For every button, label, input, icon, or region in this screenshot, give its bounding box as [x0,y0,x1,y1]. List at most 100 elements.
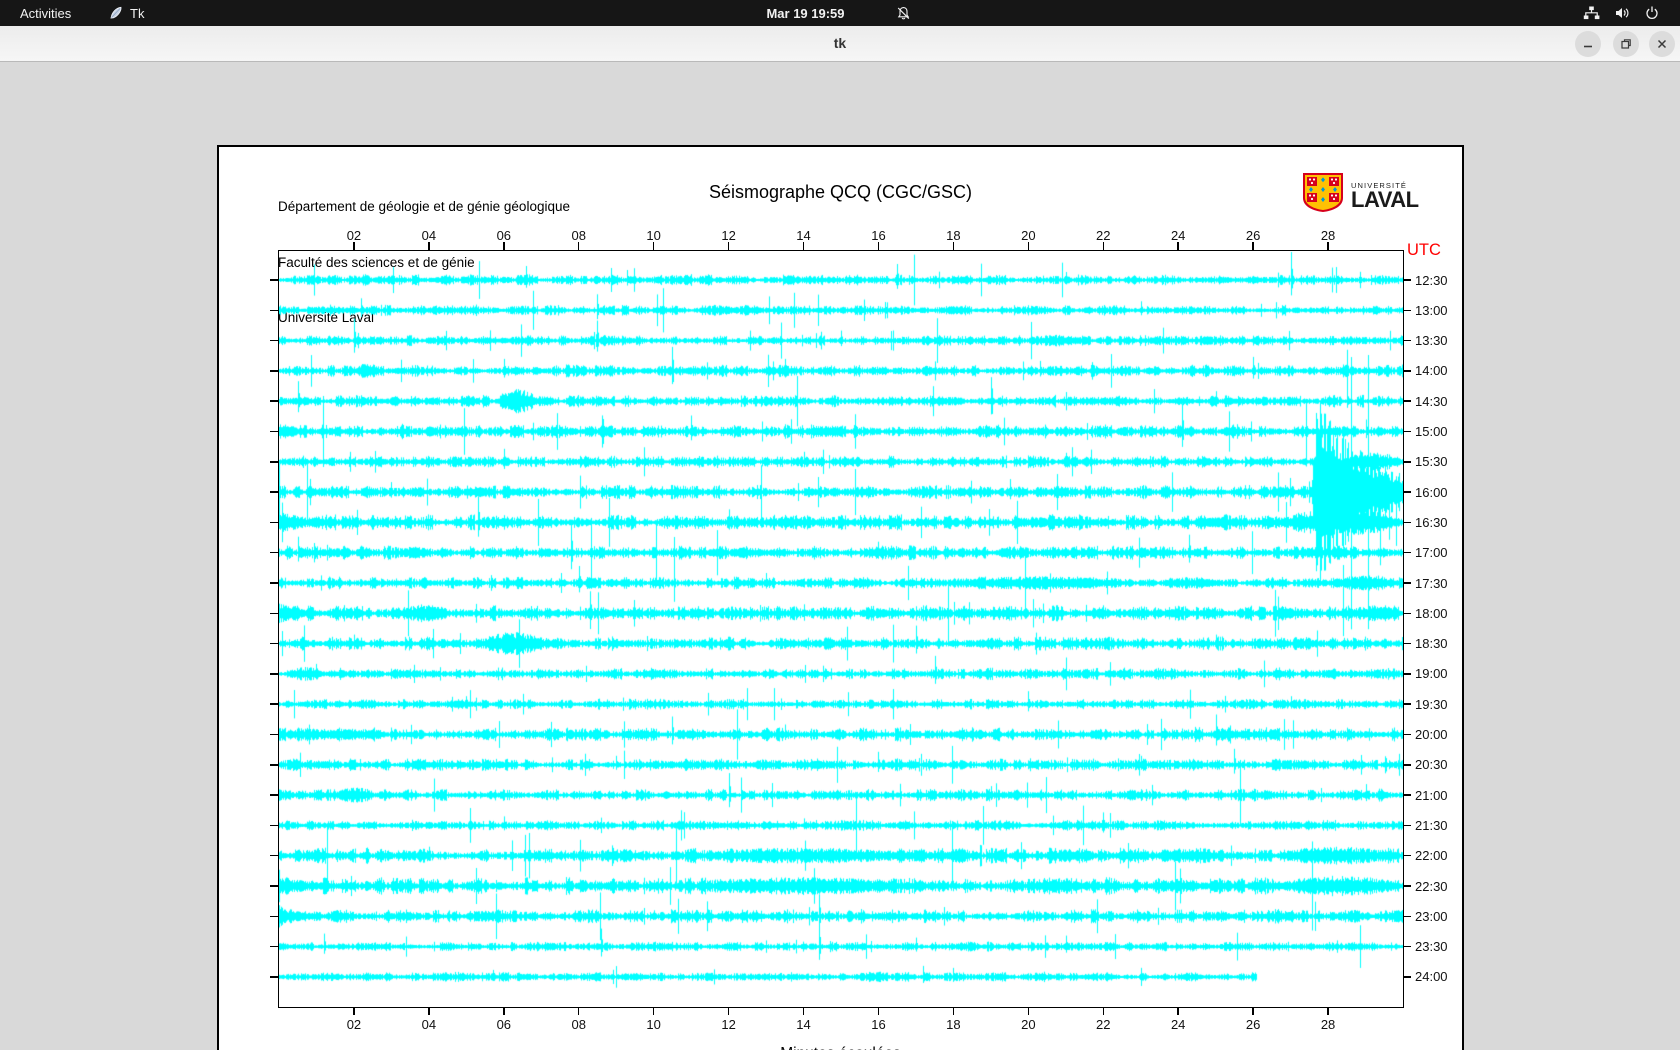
volume-icon [1614,5,1630,21]
x-tick-mark-top [353,242,355,251]
utc-tick-label: 20:30 [1415,757,1448,772]
helicorder-plot: UTC 020204040606080810101212141416161818… [219,147,1464,1050]
left-tick-mark [270,673,279,675]
x-tick-label-bottom: 02 [339,1017,369,1032]
left-tick-mark [270,522,279,524]
clock-label: Mar 19 19:59 [766,6,844,21]
utc-tick-label: 19:30 [1415,697,1448,712]
maximize-button[interactable] [1613,31,1639,57]
utc-tick-mark [1403,885,1411,887]
utc-tick-label: 20:00 [1415,727,1448,742]
utc-tick-label: 22:30 [1415,879,1448,894]
x-tick-label-top: 20 [1013,228,1043,243]
x-tick-label-top: 04 [414,228,444,243]
utc-tick-label: 14:00 [1415,363,1448,378]
x-tick-mark-bottom [1177,1007,1179,1015]
x-tick-label-bottom: 04 [414,1017,444,1032]
left-tick-mark [270,491,279,493]
left-tick-mark [270,279,279,281]
activities-button[interactable]: Activities [12,0,79,26]
left-tick-mark [270,552,279,554]
close-button[interactable] [1649,31,1675,57]
x-tick-label-bottom: 26 [1238,1017,1268,1032]
x-tick-mark-bottom [353,1007,355,1015]
utc-tick-mark [1403,976,1411,978]
utc-tick-label: 17:00 [1415,545,1448,560]
x-tick-label-bottom: 16 [863,1017,893,1032]
desktop-screen: Activities Tk Mar 19 19:59 [0,0,1680,1050]
x-tick-label-bottom: 22 [1088,1017,1118,1032]
left-tick-mark [270,855,279,857]
utc-tick-label: 13:00 [1415,303,1448,318]
utc-tick-mark [1403,764,1411,766]
utc-tick-label: 15:30 [1415,454,1448,469]
x-tick-mark-top [803,242,805,251]
window-titlebar[interactable]: tk [0,26,1680,62]
app-menu-button[interactable]: Tk [100,0,152,26]
x-tick-label-bottom: 10 [639,1017,669,1032]
x-tick-mark-top [428,242,430,251]
utc-tick-mark [1403,734,1411,736]
left-tick-mark [270,643,279,645]
utc-tick-label: 21:30 [1415,818,1448,833]
x-tick-label-top: 02 [339,228,369,243]
clock-button[interactable]: Mar 19 19:59 [723,0,888,26]
utc-tick-mark [1403,370,1411,372]
x-tick-label-bottom: 08 [564,1017,594,1032]
x-axis-title: Minutes écoulées [219,1045,1462,1050]
left-tick-mark [270,582,279,584]
x-tick-mark-bottom [1327,1007,1329,1015]
x-tick-label-top: 10 [639,228,669,243]
left-tick-mark [270,946,279,948]
utc-tick-label: 16:30 [1415,515,1448,530]
notifications-muted-icon[interactable] [888,0,919,26]
utc-tick-label: 14:30 [1415,394,1448,409]
utc-tick-mark [1403,522,1411,524]
tk-window-content: Département de géologie et de génie géol… [0,62,1680,1050]
utc-tick-label: 17:30 [1415,576,1448,591]
utc-tick-mark [1403,431,1411,433]
x-tick-label-top: 08 [564,228,594,243]
x-tick-label-top: 14 [789,228,819,243]
x-tick-label-bottom: 18 [938,1017,968,1032]
utc-tick-mark [1403,400,1411,402]
x-tick-mark-bottom [728,1007,730,1015]
system-status-area[interactable] [1575,0,1668,26]
x-tick-label-top: 24 [1163,228,1193,243]
x-tick-label-top: 28 [1313,228,1343,243]
utc-axis-label: UTC [1407,241,1441,260]
utc-tick-label: 21:00 [1415,788,1448,803]
x-tick-label-top: 26 [1238,228,1268,243]
left-tick-mark [270,613,279,615]
x-tick-mark-top [1252,242,1254,251]
utc-tick-mark [1403,613,1411,615]
x-tick-mark-bottom [578,1007,580,1015]
x-tick-mark-bottom [803,1007,805,1015]
x-tick-label-bottom: 06 [489,1017,519,1032]
left-tick-mark [270,885,279,887]
left-tick-mark [270,916,279,918]
x-tick-mark-bottom [878,1007,880,1015]
utc-tick-label: 18:00 [1415,606,1448,621]
utc-tick-label: 12:30 [1415,273,1448,288]
x-tick-mark-top [728,242,730,251]
utc-tick-label: 16:00 [1415,485,1448,500]
x-tick-mark-top [878,242,880,251]
utc-tick-mark [1403,825,1411,827]
utc-tick-mark [1403,946,1411,948]
utc-tick-mark [1403,794,1411,796]
x-tick-mark-bottom [1103,1007,1105,1015]
x-tick-label-bottom: 14 [789,1017,819,1032]
left-tick-mark [270,976,279,978]
utc-tick-mark [1403,855,1411,857]
x-tick-mark-top [503,242,505,251]
minimize-button[interactable] [1575,31,1601,57]
left-tick-mark [270,310,279,312]
x-tick-label-bottom: 12 [714,1017,744,1032]
power-icon [1644,5,1660,21]
utc-tick-mark [1403,916,1411,918]
x-tick-mark-bottom [1252,1007,1254,1015]
helicorder-canvas [279,251,1403,1007]
utc-tick-label: 23:30 [1415,939,1448,954]
x-tick-mark-bottom [503,1007,505,1015]
